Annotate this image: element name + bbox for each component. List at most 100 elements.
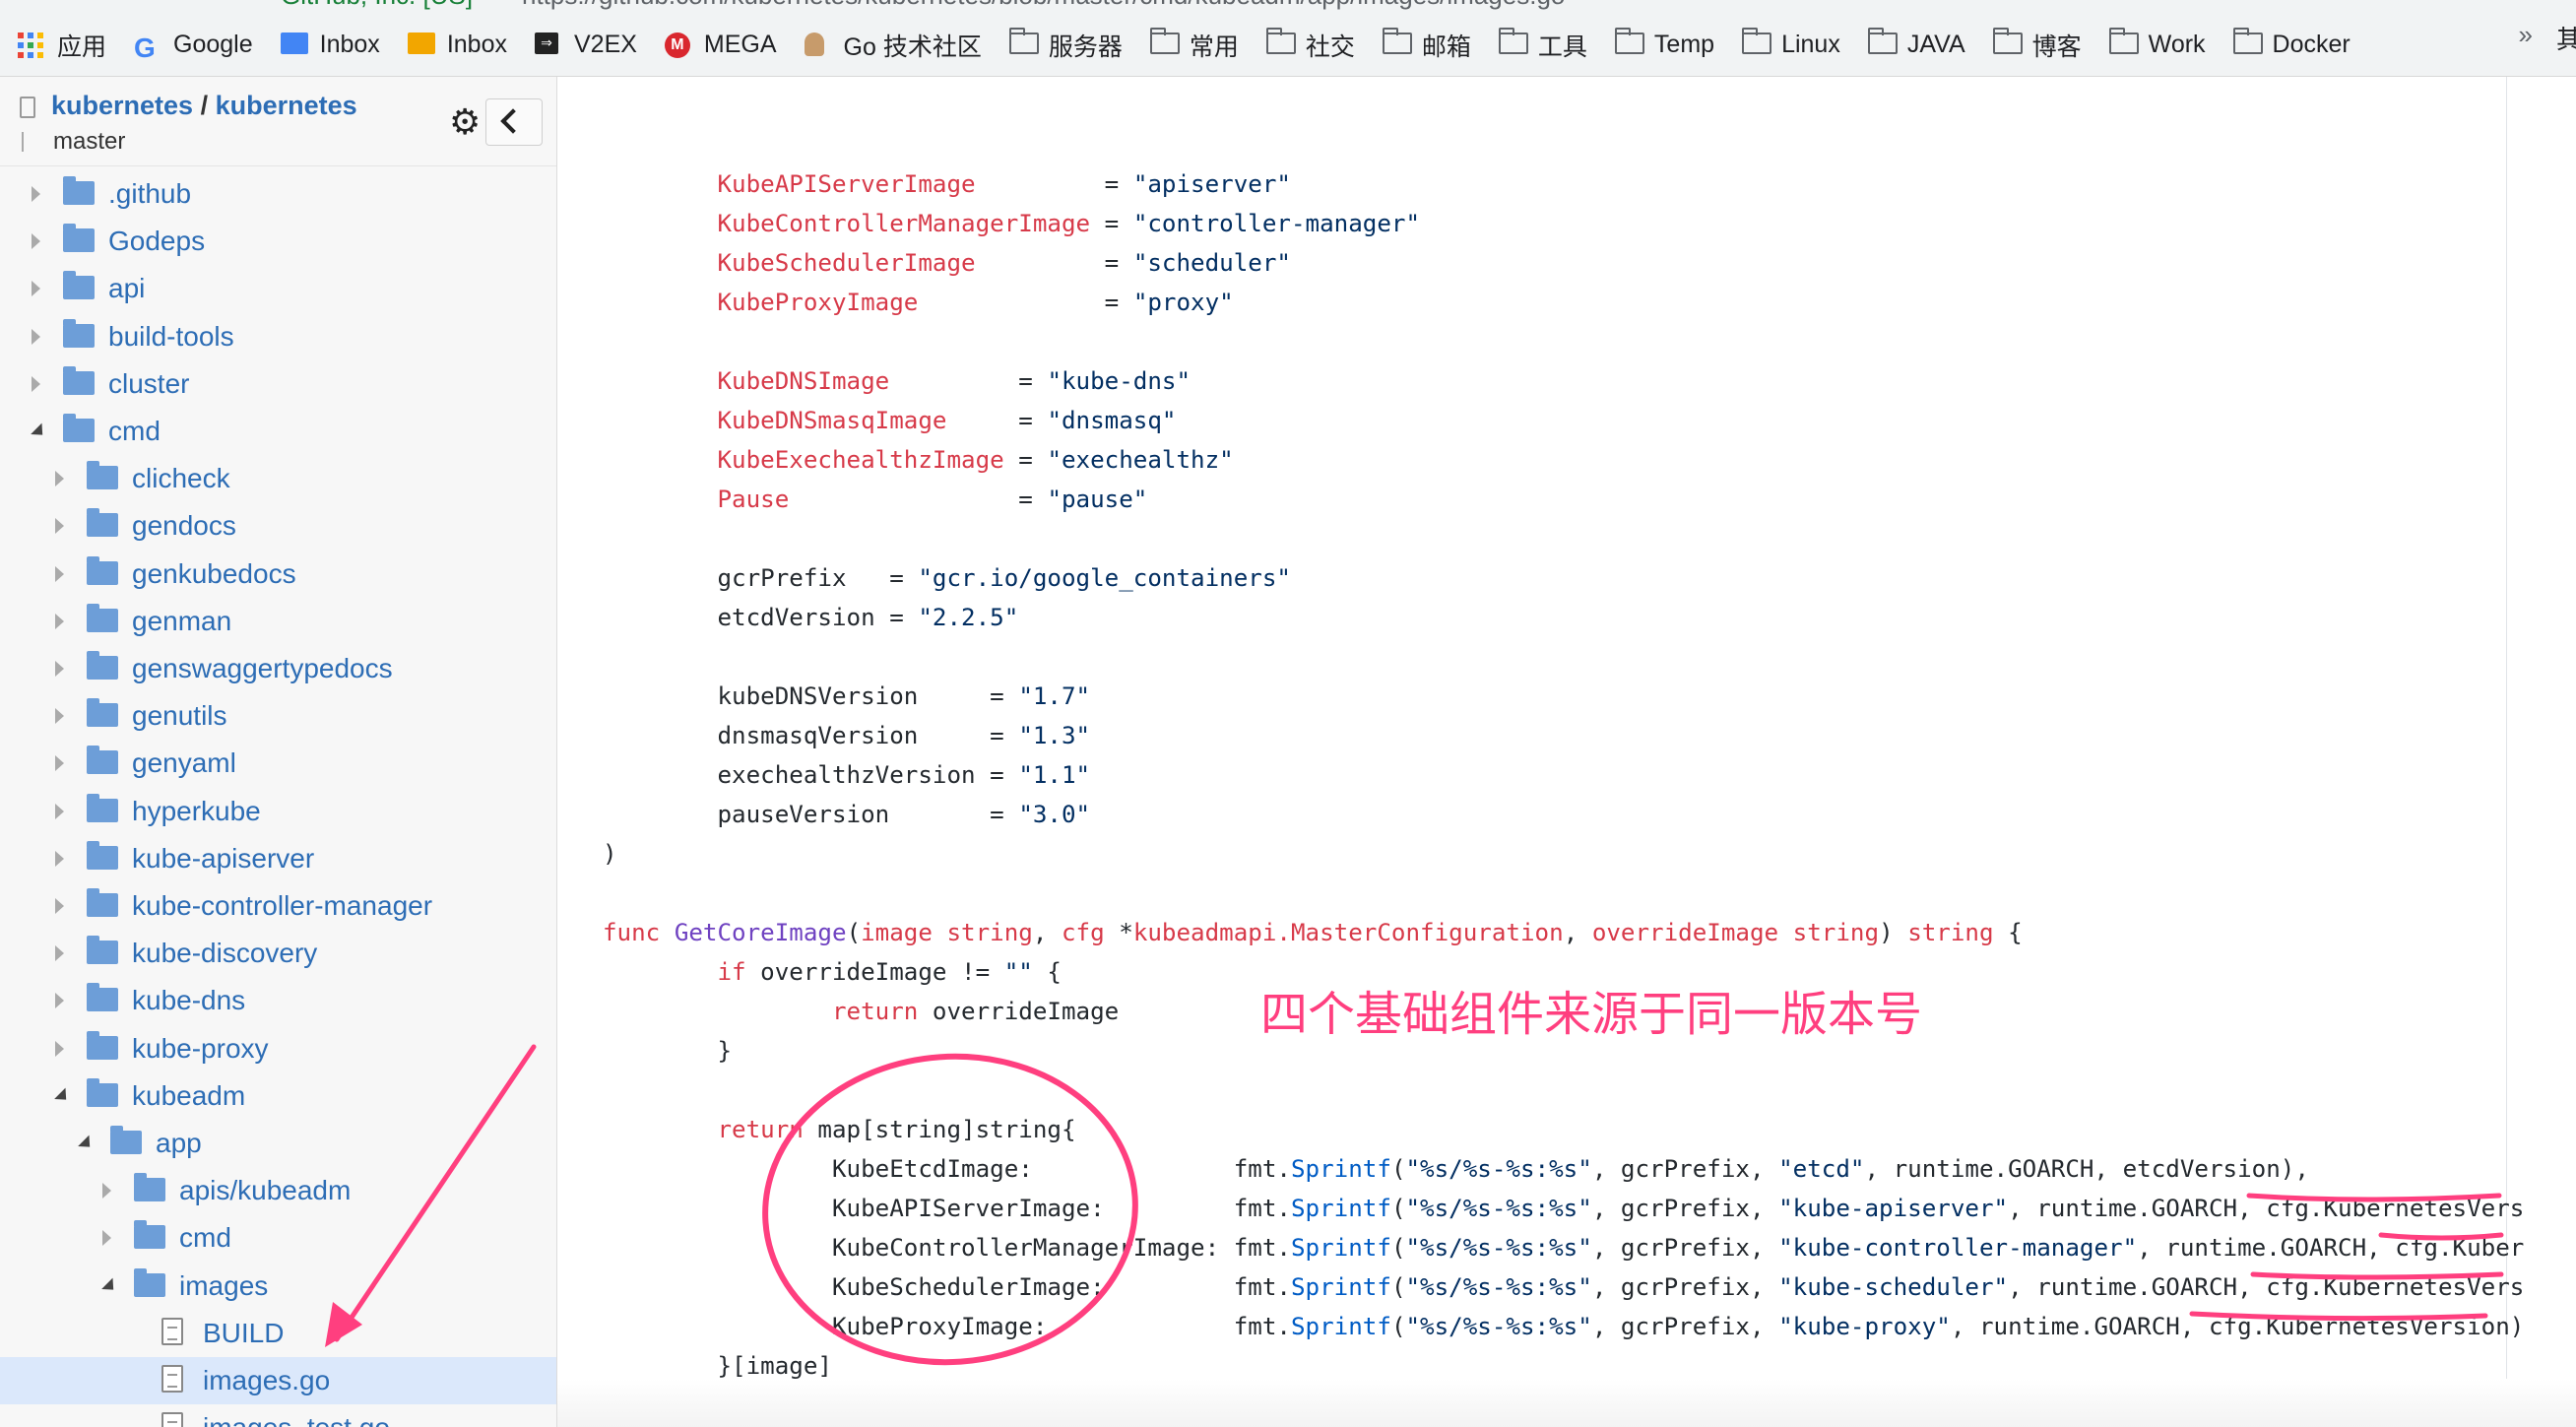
code-token: , runtime.GOARCH, cfg.Kuber: [2137, 1234, 2525, 1262]
bookmark-1[interactable]: G Google: [134, 31, 253, 63]
tree-item-api[interactable]: api: [0, 265, 556, 312]
gear-icon[interactable]: ⚙: [449, 104, 484, 140]
bookmark-9[interactable]: 社交: [1265, 27, 1355, 63]
bookmark-label: Work: [2148, 31, 2206, 58]
caret-down-icon[interactable]: [54, 1087, 72, 1106]
caret-right-icon[interactable]: [32, 233, 40, 250]
folder-icon: [1867, 27, 1898, 58]
bookmark-17[interactable]: Docker: [2232, 27, 2351, 59]
bookmark-2[interactable]: Inbox: [280, 31, 380, 59]
bookmark-cut-off[interactable]: 其: [2556, 20, 2576, 56]
tree-item-kube-apiserver[interactable]: kube-apiserver: [0, 835, 556, 882]
tree-item-label: genyaml: [132, 747, 236, 779]
caret-right-icon[interactable]: [55, 898, 64, 914]
tree-item-clicheck[interactable]: clicheck: [0, 455, 556, 502]
caret-right-icon[interactable]: [55, 661, 64, 677]
bookmarks-overflow-button[interactable]: »: [2519, 20, 2533, 50]
tree-item-images-test-go[interactable]: images_test.go: [0, 1404, 556, 1427]
tree-item-genkubedocs[interactable]: genkubedocs: [0, 551, 556, 598]
code-token: =: [975, 170, 1133, 198]
tree-item-kube-dns[interactable]: kube-dns: [0, 977, 556, 1024]
bookmark-4[interactable]: ⇒ V2EX: [534, 31, 637, 59]
bookmark-label: 社交: [1305, 32, 1355, 61]
tree-item-kube-discovery[interactable]: kube-discovery: [0, 930, 556, 977]
bookmark-6[interactable]: Go 技术社区: [804, 28, 982, 63]
bookmark-12[interactable]: Temp: [1614, 27, 1714, 59]
tree-item-kubeadm[interactable]: kubeadm: [0, 1072, 556, 1120]
tree-item-build[interactable]: BUILD: [0, 1310, 556, 1357]
caret-right-icon[interactable]: [32, 186, 40, 202]
caret-right-icon[interactable]: [102, 1230, 111, 1247]
caret-right-icon[interactable]: [32, 281, 40, 297]
bookmark-14[interactable]: JAVA: [1867, 27, 1965, 59]
caret-right-icon[interactable]: [55, 565, 64, 582]
caret-right-icon[interactable]: [32, 328, 40, 345]
tree-item-godeps[interactable]: Godeps: [0, 218, 556, 265]
tree-item-hyperkube[interactable]: hyperkube: [0, 788, 556, 835]
tree-item-github[interactable]: .github: [0, 170, 556, 218]
bookmark-10[interactable]: 邮箱: [1382, 27, 1471, 63]
bookmark-3[interactable]: Inbox: [407, 31, 507, 59]
caret-right-icon[interactable]: [32, 375, 40, 392]
code-token: "dnsmasq": [1047, 407, 1177, 434]
bookmark-7[interactable]: 服务器: [1008, 27, 1123, 63]
tree-item-images-go[interactable]: images.go: [0, 1357, 556, 1404]
caret-right-icon[interactable]: [55, 471, 64, 487]
code-token: pauseVersion =: [603, 801, 1019, 828]
caret-right-icon[interactable]: [55, 945, 64, 962]
code-token: =: [889, 367, 1048, 395]
repo-owner-link[interactable]: kubernetes: [51, 91, 193, 120]
code-token: return: [717, 1116, 804, 1143]
repo-name-link[interactable]: kubernetes: [216, 91, 357, 120]
code-token: =: [1003, 446, 1048, 474]
tree-item-genswaggertypedocs[interactable]: genswaggertypedocs: [0, 645, 556, 692]
caret-right-icon[interactable]: [55, 850, 64, 867]
bookmark-11[interactable]: 工具: [1498, 27, 1587, 63]
tree-item-cmd[interactable]: cmd: [0, 1214, 556, 1262]
tree-item-kube-controller-manager[interactable]: kube-controller-manager: [0, 882, 556, 930]
code-token: (: [846, 919, 862, 946]
caret-right-icon[interactable]: [55, 1040, 64, 1057]
code-line: KubeAPIServerImage = "apiserver": [603, 164, 2524, 204]
caret-down-icon[interactable]: [101, 1277, 119, 1295]
caret-right-icon[interactable]: [55, 755, 64, 772]
caret-right-icon[interactable]: [55, 993, 64, 1009]
tree-item-cmd[interactable]: cmd: [0, 408, 556, 455]
tree-item-genman[interactable]: genman: [0, 598, 556, 645]
bookmark-0[interactable]: 应用: [18, 28, 106, 63]
address-bar[interactable]: GitHub, Inc. [US] https://github.com/kub…: [0, 0, 2576, 14]
code-token: "%s/%s-%s:%s": [1405, 1234, 1592, 1262]
tree-item-kube-proxy[interactable]: kube-proxy: [0, 1025, 556, 1072]
folder-icon: [2108, 27, 2139, 58]
bookmark-15[interactable]: 博客: [1992, 27, 2082, 63]
tree-item-genyaml[interactable]: genyaml: [0, 740, 556, 787]
v2ex-icon: ⇒: [534, 32, 564, 58]
code-line: gcrPrefix = "gcr.io/google_containers": [603, 558, 2524, 598]
bookmark-16[interactable]: Work: [2108, 27, 2206, 59]
caret-right-icon[interactable]: [55, 518, 64, 535]
code-token: "scheduler": [1132, 249, 1291, 277]
url-text[interactable]: https://github.com/kubernetes/kubernetes…: [522, 0, 1565, 11]
bookmark-label: 服务器: [1048, 32, 1123, 61]
caret-right-icon[interactable]: [55, 613, 64, 629]
tree-item-cluster[interactable]: cluster: [0, 360, 556, 408]
tree-item-build-tools[interactable]: build-tools: [0, 313, 556, 360]
code-token: }[image]: [603, 1352, 833, 1380]
caret-right-icon[interactable]: [55, 708, 64, 725]
site-security-label: GitHub, Inc. [US]: [281, 0, 473, 11]
tree-item-apis-kubeadm[interactable]: apis/kubeadm: [0, 1167, 556, 1214]
tree-item-images[interactable]: images: [0, 1263, 556, 1310]
tree-item-genutils[interactable]: genutils: [0, 692, 556, 740]
bookmark-label: Go 技术社区: [843, 32, 982, 61]
caret-down-icon[interactable]: [78, 1135, 96, 1153]
bookmark-8[interactable]: 常用: [1149, 27, 1239, 63]
caret-down-icon[interactable]: [31, 422, 48, 441]
caret-right-icon[interactable]: [55, 803, 64, 819]
bookmark-13[interactable]: Linux: [1742, 27, 1840, 59]
caret-right-icon[interactable]: [102, 1183, 111, 1200]
collapse-sidebar-button[interactable]: [485, 98, 543, 146]
tree-item-gendocs[interactable]: gendocs: [0, 502, 556, 550]
tree-item-app[interactable]: app: [0, 1120, 556, 1167]
bookmark-5[interactable]: M MEGA: [664, 31, 777, 59]
folder-icon: [87, 1030, 118, 1060]
